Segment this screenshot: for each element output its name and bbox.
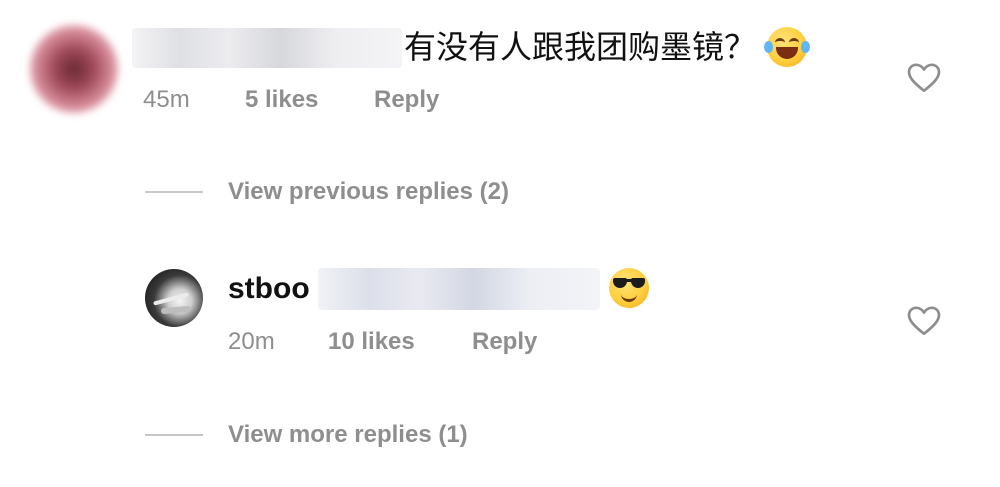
view-previous-replies-button[interactable]: View previous replies (2) [228,177,509,207]
heart-icon[interactable] [906,60,942,96]
replies-divider [145,191,203,193]
reply-avatar[interactable] [145,269,203,327]
reply-likes-link[interactable]: 10 likes [328,327,415,357]
smiling-face-with-sunglasses-icon [609,268,649,308]
heart-icon[interactable] [906,303,942,339]
avatar[interactable] [30,25,118,113]
replies-divider [145,434,203,436]
reply-timestamp: 20m [228,328,275,355]
reply-reply-button[interactable]: Reply [472,327,537,357]
blurred-mention[interactable] [318,268,600,310]
comment-timestamp: 45m [143,86,190,113]
face-with-tears-of-joy-icon [764,27,810,67]
blurred-username[interactable] [132,28,402,68]
comment-likes-link[interactable]: 5 likes [245,85,318,115]
comments-thread: 有没有人跟我团购墨镜？ 45m 5 likes Reply View previ… [0,0,1000,487]
reply-button[interactable]: Reply [374,85,439,115]
reply-username[interactable]: stboo [228,270,310,308]
comment-text: 有没有人跟我团购墨镜？ [404,28,757,66]
view-more-replies-button[interactable]: View more replies (1) [228,420,468,450]
